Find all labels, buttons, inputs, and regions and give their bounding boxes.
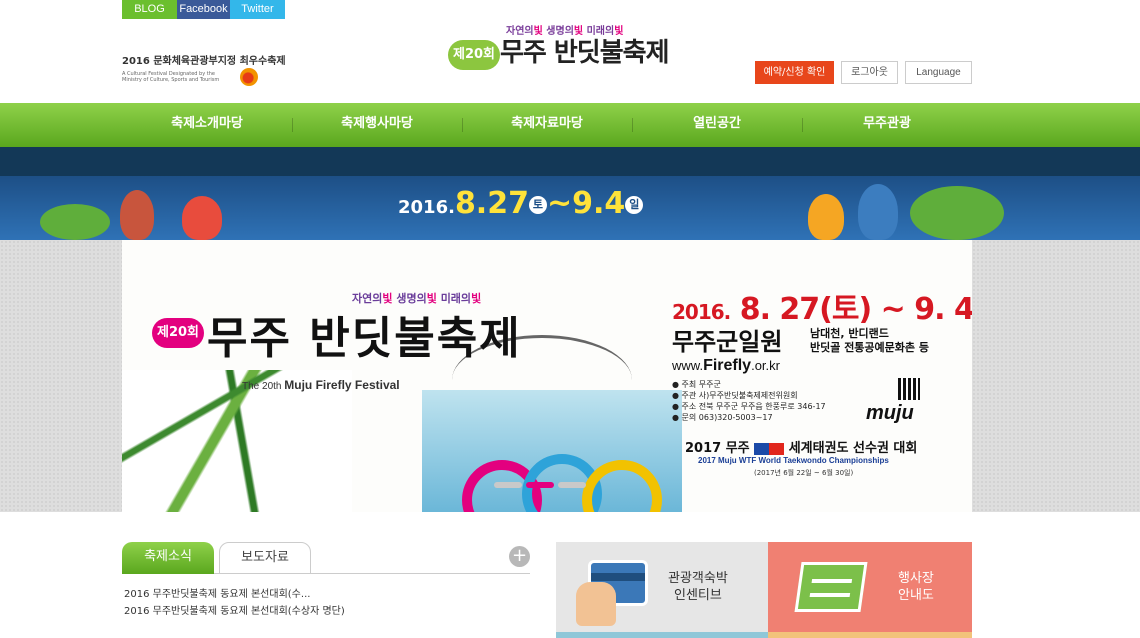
main-nav: 축제소개마당 축제행사마당 축제자료마당 열린공간 무주관광 bbox=[0, 103, 1140, 147]
list-item[interactable]: 2016 무주반딧불축제 동요제 본선대회(수... bbox=[124, 586, 345, 603]
tab-festival-news[interactable]: 축제소식 bbox=[122, 542, 214, 574]
festival-date-band: 2016.8.27 토 ~9.4 일 bbox=[0, 176, 1140, 240]
banner-subtitle: The 20th Muju Firefly Festival bbox=[242, 378, 400, 392]
child-illustration bbox=[858, 184, 898, 240]
info-contact: 문의 063)320-5003~17 bbox=[672, 412, 826, 423]
page: BLOG Facebook Twitter 2016 문화체육관광부지정 최우수… bbox=[0, 0, 1140, 638]
nav-item-festival-archive[interactable]: 축제자료마당 bbox=[462, 103, 632, 147]
blog-link[interactable]: BLOG bbox=[122, 0, 177, 19]
muju-logo: muju bbox=[866, 402, 914, 424]
nav-item-festival-events[interactable]: 축제행사마당 bbox=[292, 103, 462, 147]
sub-nav-bar bbox=[0, 147, 1140, 176]
social-links: BLOG Facebook Twitter bbox=[122, 0, 285, 19]
slide-dot-active[interactable] bbox=[526, 482, 554, 488]
designation-title: 2016 문화체육관광부지정 최우수축제 bbox=[122, 56, 286, 67]
tile-label: 행사장 안내도 bbox=[898, 571, 934, 603]
news-list: 2016 무주반딧불축제 동요제 본선대회(수... 2016 무주반딧불축제 … bbox=[124, 586, 345, 620]
banner-venue: 무주군일원 bbox=[672, 328, 783, 356]
nav-item-open-space[interactable]: 열린공간 bbox=[632, 103, 802, 147]
tree-illustration bbox=[40, 204, 110, 240]
ministry-logo-icon bbox=[240, 68, 258, 86]
child-illustration bbox=[808, 194, 844, 240]
banner-url: www.Firefly.or.kr bbox=[672, 357, 780, 374]
tree-illustration bbox=[910, 186, 1004, 240]
banner-title: 무주 반딧불축제 bbox=[207, 313, 522, 364]
tile-strip bbox=[556, 632, 768, 638]
reservation-check-button[interactable]: 예약/신청 확인 bbox=[755, 61, 834, 84]
more-news-button[interactable]: + bbox=[509, 546, 530, 567]
child-illustration bbox=[182, 196, 222, 240]
tourist-stay-incentive-tile[interactable]: 관광객숙박 인센티브 bbox=[556, 542, 768, 638]
designation-subtitle: A Cultural Festival Designated by the Mi… bbox=[122, 71, 220, 83]
info-address: 주소 전북 무주군 무주읍 한풍루로 346-17 bbox=[672, 401, 826, 412]
main-banner[interactable]: 자연의빛 생명의빛 미래의빛 제20회 무주 반딧불축제 The 20th Mu… bbox=[122, 240, 972, 512]
list-item[interactable]: 2016 무주반딧불축제 동요제 본선대회(수상자 명단) bbox=[124, 603, 345, 620]
facebook-link[interactable]: Facebook bbox=[177, 0, 230, 19]
language-button[interactable]: Language bbox=[905, 61, 972, 84]
logout-button[interactable]: 로그아웃 bbox=[841, 61, 898, 84]
banner-badge: 제20회 bbox=[152, 318, 204, 348]
taekwondo-event-title: 2017 무주 세계태권도 선수권 대회 bbox=[685, 441, 918, 456]
nav-item-festival-intro[interactable]: 축제소개마당 bbox=[122, 103, 292, 147]
wtf-logo-icon bbox=[754, 442, 785, 455]
ministry-designation: 2016 문화체육관광부지정 최우수축제 A Cultural Festival… bbox=[122, 52, 292, 86]
taekwondo-event-english: 2017 Muju WTF World Taekwondo Championsh… bbox=[698, 456, 889, 465]
venue-map-tile[interactable]: 행사장 안내도 bbox=[768, 542, 972, 638]
tile-strip bbox=[768, 632, 972, 638]
festival-dates: 2016.8.27 토 ~9.4 일 bbox=[398, 186, 644, 221]
nav-item-muju-tourism[interactable]: 무주관광 bbox=[802, 103, 972, 147]
tab-press-releases[interactable]: 보도자료 bbox=[219, 542, 311, 574]
taekwondo-event-dates: (2017년 6월 22일 ~ 6월 30일) bbox=[754, 469, 854, 477]
news-tabs: 축제소식 보도자료 bbox=[122, 542, 530, 574]
slide-dot[interactable] bbox=[494, 482, 522, 488]
map-icon bbox=[794, 562, 868, 612]
logo-badge: 제20회 bbox=[448, 40, 500, 70]
qr-code-icon bbox=[898, 378, 920, 400]
info-host: 주최 무주군 bbox=[672, 379, 826, 390]
slide-dot[interactable] bbox=[558, 482, 586, 488]
info-organizer: 주관 사)무주반딧불축제제전위원회 bbox=[672, 390, 826, 401]
twitter-link[interactable]: Twitter bbox=[230, 0, 285, 19]
banner-venue-detail: 남대천, 반디랜드 반딧골 전통공예문화촌 등 bbox=[810, 327, 929, 354]
child-illustration bbox=[120, 190, 154, 240]
logo-name: 무주 반딧불축제 bbox=[500, 38, 669, 68]
banner-info-list: 주최 무주군 주관 사)무주반딧불축제제전위원회 주소 전북 무주군 무주읍 한… bbox=[672, 379, 826, 423]
hand-icon bbox=[576, 582, 616, 626]
slide-indicators bbox=[494, 482, 586, 488]
festival-logo[interactable]: 자연의빛 생명의빛 미래의빛 제20회 무주 반딧불축제 bbox=[446, 20, 669, 80]
tile-label: 관광객숙박 인센티브 bbox=[668, 571, 728, 603]
